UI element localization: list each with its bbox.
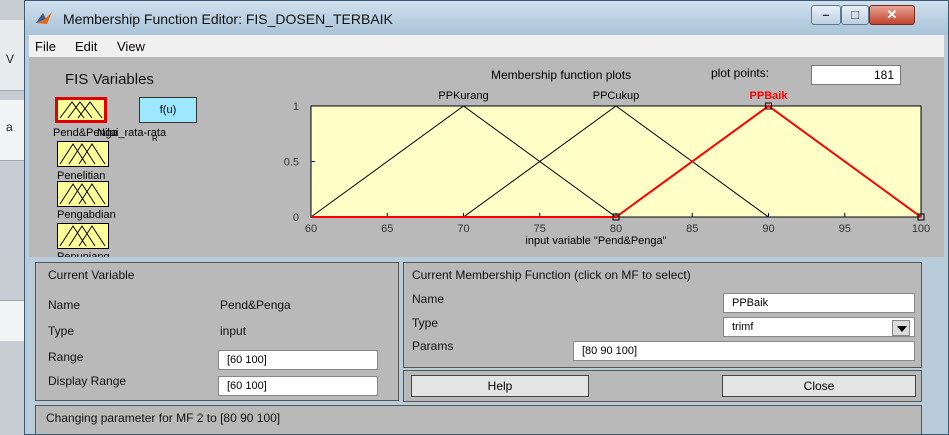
mf-editor-window: Membership Function Editor: FIS_DOSEN_TE… [24, 0, 949, 435]
fis-variables-heading: FIS Variables [65, 71, 154, 88]
x-tick-label: 65 [381, 223, 393, 235]
mf-name-input[interactable]: PPBaik [723, 293, 915, 313]
title-bar: Membership Function Editor: FIS_DOSEN_TE… [25, 1, 948, 35]
background-text: V [6, 52, 15, 66]
buttons-panel: Help Close [403, 370, 922, 402]
variable-type-value: input [220, 324, 247, 338]
membership-icon [59, 143, 106, 165]
background-text: a [6, 120, 13, 134]
x-tick-label: 70 [457, 223, 469, 235]
mf-type-value: trimf [732, 321, 754, 333]
maximize-button[interactable]: □ [841, 5, 869, 25]
current-mf-panel: Current Membership Function (click on MF… [403, 262, 922, 368]
plot-points-input[interactable]: 181 [811, 65, 901, 85]
current-variable-heading: Current Variable [48, 268, 135, 282]
fis-variables-area: FIS Variables Pend&Penga Penelitian Peng… [29, 57, 944, 257]
minimize-button[interactable]: – [811, 5, 841, 25]
y-tick-label: 0 [293, 212, 299, 224]
close-icon: ✕ [886, 7, 898, 22]
matlab-icon [36, 12, 52, 24]
x-tick-label: 100 [912, 223, 930, 235]
minimize-icon: – [822, 7, 830, 22]
display-range-label: Display Range [48, 374, 127, 388]
name-label: Name [48, 298, 81, 312]
input-var-penelitian[interactable] [57, 141, 109, 167]
x-tick-label: 90 [762, 223, 774, 235]
membership-icon [59, 225, 106, 247]
input-var-pend-penga[interactable] [55, 97, 107, 123]
menu-file[interactable]: File [35, 39, 56, 54]
x-tick-label: 75 [534, 223, 546, 235]
window-title: Membership Function Editor: FIS_DOSEN_TE… [63, 11, 393, 27]
maximize-icon: □ [851, 7, 859, 22]
close-window-button[interactable]: ✕ [869, 5, 915, 25]
output-var-box[interactable]: f(u) [139, 97, 197, 123]
x-tick-label: 95 [839, 223, 851, 235]
current-mf-heading: Current Membership Function (click on MF… [412, 268, 691, 282]
input-var-pengabdian[interactable] [57, 181, 109, 207]
mf-params-input[interactable]: [80 90 100] [573, 341, 915, 361]
x-tick-label: 60 [305, 223, 317, 235]
range-input[interactable]: [60 100] [218, 350, 378, 370]
range-label: Range [48, 350, 84, 364]
status-text: Changing parameter for MF 2 to [80 90 10… [46, 411, 281, 425]
x-tick-label: 85 [686, 223, 698, 235]
menu-bar: File Edit View [29, 35, 944, 57]
chevron-down-icon[interactable] [892, 320, 910, 336]
variable-name-value: Pend&Penga [220, 298, 291, 312]
menu-edit[interactable]: Edit [75, 39, 97, 54]
y-tick-label: 0.5 [284, 157, 299, 169]
status-panel: Changing parameter for MF 2 to [80 90 10… [35, 405, 922, 434]
input-var-label: Pengabdian [57, 209, 116, 221]
input-var-penunjang[interactable] [57, 223, 109, 249]
current-variable-panel: Current Variable Name Pend&Penga Type in… [35, 262, 399, 401]
x-axis-label: input variable "Pend&Penga" [525, 235, 666, 247]
x-tick-label: 80 [610, 223, 622, 235]
type-label: Type [48, 324, 75, 338]
y-tick-label: 1 [293, 101, 299, 113]
mf-label-ppbaik[interactable]: PPBaik [750, 90, 789, 102]
membership-icon [59, 183, 106, 205]
output-var-glyph: R [152, 134, 158, 143]
mf-label-ppcukup[interactable]: PPCukup [593, 90, 639, 102]
display-range-input[interactable]: [60 100] [218, 376, 378, 396]
mf-label-ppkurang[interactable]: PPKurang [438, 90, 488, 102]
close-button[interactable]: Close [722, 375, 916, 397]
mf-name-label: Name [412, 292, 445, 306]
plot-area [310, 105, 922, 218]
membership-function-plot[interactable]: 60 65 70 75 80 85 90 95 100 0 0.5 1 input variable "… [261, 84, 944, 256]
mf-type-dropdown[interactable]: trimf [723, 317, 915, 337]
menu-view[interactable]: View [117, 39, 145, 54]
membership-icon [59, 101, 103, 119]
help-button[interactable]: Help [411, 375, 589, 397]
mf-params-label: Params [412, 339, 454, 353]
mf-type-label: Type [412, 316, 439, 330]
plot-title: Membership function plots [491, 68, 632, 82]
plot-points-label: plot points: [711, 66, 770, 80]
input-var-label: Penunjang [57, 251, 110, 257]
